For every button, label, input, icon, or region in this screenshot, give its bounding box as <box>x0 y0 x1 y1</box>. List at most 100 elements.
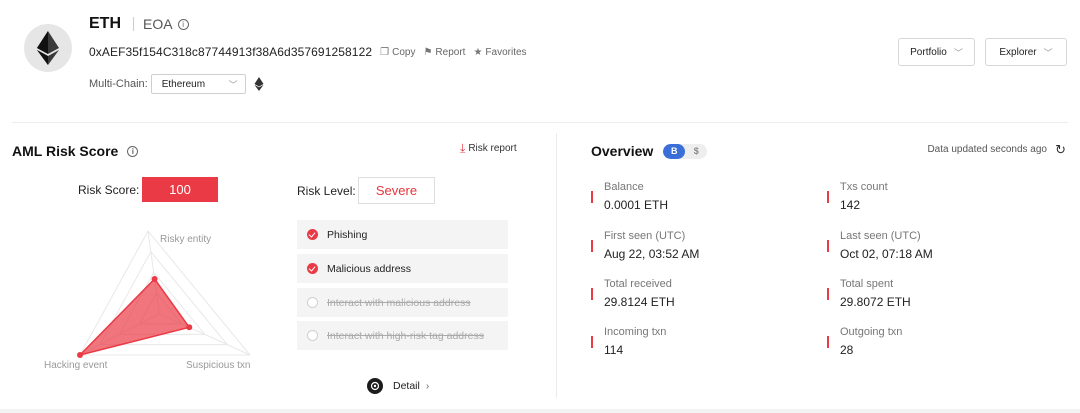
chevron-right-icon: › <box>425 380 430 392</box>
empty-circle-icon <box>307 297 318 308</box>
stat-accent-bar <box>827 336 829 348</box>
radar-risk-area <box>77 277 191 357</box>
favorites-button[interactable]: ★ Favorites <box>473 47 526 58</box>
check-circle-icon <box>307 263 318 274</box>
radar-point <box>77 352 83 358</box>
stat-accent-bar <box>827 288 829 300</box>
stat-item: Txs count 142 <box>827 181 1027 212</box>
download-icon: ⤓ <box>460 141 466 155</box>
multichain-value: Ethereum <box>161 78 206 90</box>
refresh-icon[interactable]: ↻ <box>1055 142 1066 158</box>
copy-label: Copy <box>392 46 416 58</box>
star-icon: ★ <box>473 46 483 58</box>
stat-item: Incoming txn 114 <box>591 326 791 357</box>
risk-item-label: Interact with high-risk tag address <box>327 329 484 342</box>
stat-value: Aug 22, 03:52 AM <box>604 247 700 261</box>
aml-title-text: AML Risk Score <box>12 143 119 159</box>
risk-report-label: Risk report <box>468 143 517 154</box>
stat-label: Incoming txn <box>604 326 667 338</box>
title-row: ETH EOA i <box>89 13 189 35</box>
stat-accent-bar <box>591 240 593 252</box>
multichain-label: Multi-Chain: <box>89 78 148 90</box>
wallet-address: 0xAEF35f154C318c87744913f38A6d3576912581… <box>89 45 373 59</box>
stat-label: Outgoing txn <box>840 326 903 338</box>
risk-level-value: Severe <box>358 177 435 204</box>
overview-title: Overview B $ <box>591 143 708 159</box>
stat-label: Balance <box>604 181 644 193</box>
title-separator <box>133 17 134 31</box>
stat-accent-bar <box>827 191 829 203</box>
stat-value: 142 <box>840 198 861 212</box>
risk-item-label: Malicious address <box>327 262 412 275</box>
address-row: 0xAEF35f154C318c87744913f38A6d3576912581… <box>89 44 527 60</box>
risk-report-link[interactable]: ⤓ Risk report <box>460 141 517 156</box>
stat-item: Last seen (UTC) Oct 02, 07:18 AM <box>827 230 1027 261</box>
provider-logo-icon <box>367 378 383 394</box>
portfolio-label: Portfolio <box>910 46 947 58</box>
info-icon[interactable]: i <box>127 145 139 157</box>
stat-value: 28 <box>840 343 854 357</box>
stat-item: Total spent 29.8072 ETH <box>827 278 1027 309</box>
ethereum-chain-icon[interactable] <box>254 77 264 91</box>
aml-risk-score-title: AML Risk Score i <box>12 143 139 159</box>
radar-axis-label-suspicious-txn: Suspicious txn <box>186 360 250 371</box>
bottom-border <box>0 409 1080 413</box>
stat-accent-bar <box>591 336 593 348</box>
chevron-down-icon: ﹀ <box>1043 47 1053 58</box>
stat-value: 0.0001 ETH <box>604 198 669 212</box>
risk-item: Phishing <box>297 220 508 249</box>
risk-item: Interact with malicious address <box>297 288 508 317</box>
panel-divider <box>556 133 557 398</box>
multichain-select[interactable]: Ethereum ﹀ <box>150 74 246 94</box>
eth-avatar <box>24 24 72 72</box>
explorer-label: Explorer <box>999 46 1037 58</box>
stat-item: Total received 29.8124 ETH <box>591 278 791 309</box>
ethereum-logo-icon <box>37 31 59 65</box>
stat-item: Balance 0.0001 ETH <box>591 181 791 212</box>
dollar-toggle-option[interactable]: $ <box>685 144 707 159</box>
check-circle-icon <box>307 229 318 240</box>
stat-accent-bar <box>591 288 593 300</box>
risk-score-label: Risk Score: <box>78 183 140 197</box>
report-label: Report <box>435 46 466 58</box>
flag-icon: ⚑ <box>423 46 433 58</box>
stat-value: 29.8124 ETH <box>604 295 675 309</box>
explorer-button[interactable]: Explorer ﹀ <box>985 38 1067 66</box>
favorites-label: Favorites <box>485 46 527 58</box>
chevron-down-icon: ﹀ <box>228 79 238 90</box>
copy-button[interactable]: ❐ Copy <box>380 47 415 58</box>
multichain-row: Multi-Chain: Ethereum ﹀ <box>89 74 264 94</box>
radar-point <box>151 275 158 282</box>
stat-label: Total spent <box>840 278 894 290</box>
radar-axis-label-risky-entity: Risky entity <box>160 234 211 245</box>
risk-score-value: 100 <box>142 177 218 202</box>
bitcoin-toggle-option[interactable]: B <box>663 143 686 159</box>
page-title: ETH <box>89 15 121 32</box>
risk-level-label: Risk Level: <box>297 184 356 198</box>
header-divider <box>12 122 1068 123</box>
stat-label: Total received <box>604 278 672 290</box>
radar-axis-label-hacking-event: Hacking event <box>44 360 108 371</box>
risk-item: Malicious address <box>297 254 508 283</box>
stat-item: Outgoing txn 28 <box>827 326 1027 357</box>
risk-item: Interact with high-risk tag address <box>297 321 508 350</box>
stat-value: Oct 02, 07:18 AM <box>840 247 933 261</box>
report-button[interactable]: ⚑ Report <box>423 47 465 58</box>
info-icon[interactable]: i <box>177 18 189 30</box>
account-type-label: EOA <box>143 16 173 32</box>
stat-label: First seen (UTC) <box>604 230 686 242</box>
stat-label: Txs count <box>840 181 888 193</box>
detail-label: Detail <box>393 380 420 392</box>
currency-toggle[interactable]: B $ <box>663 143 708 159</box>
stat-value: 114 <box>604 343 624 357</box>
portfolio-button[interactable]: Portfolio ﹀ <box>898 38 975 66</box>
radar-point <box>186 324 193 331</box>
risk-item-label: Interact with malicious address <box>327 296 471 309</box>
chevron-down-icon: ﹀ <box>953 47 963 58</box>
copy-icon: ❐ <box>380 46 390 58</box>
data-updated-text: Data updated seconds ago <box>927 144 1047 155</box>
empty-circle-icon <box>307 330 318 341</box>
detail-link[interactable]: Detail › <box>367 378 429 394</box>
overview-title-text: Overview <box>591 143 654 159</box>
stat-value: 29.8072 ETH <box>840 295 911 309</box>
